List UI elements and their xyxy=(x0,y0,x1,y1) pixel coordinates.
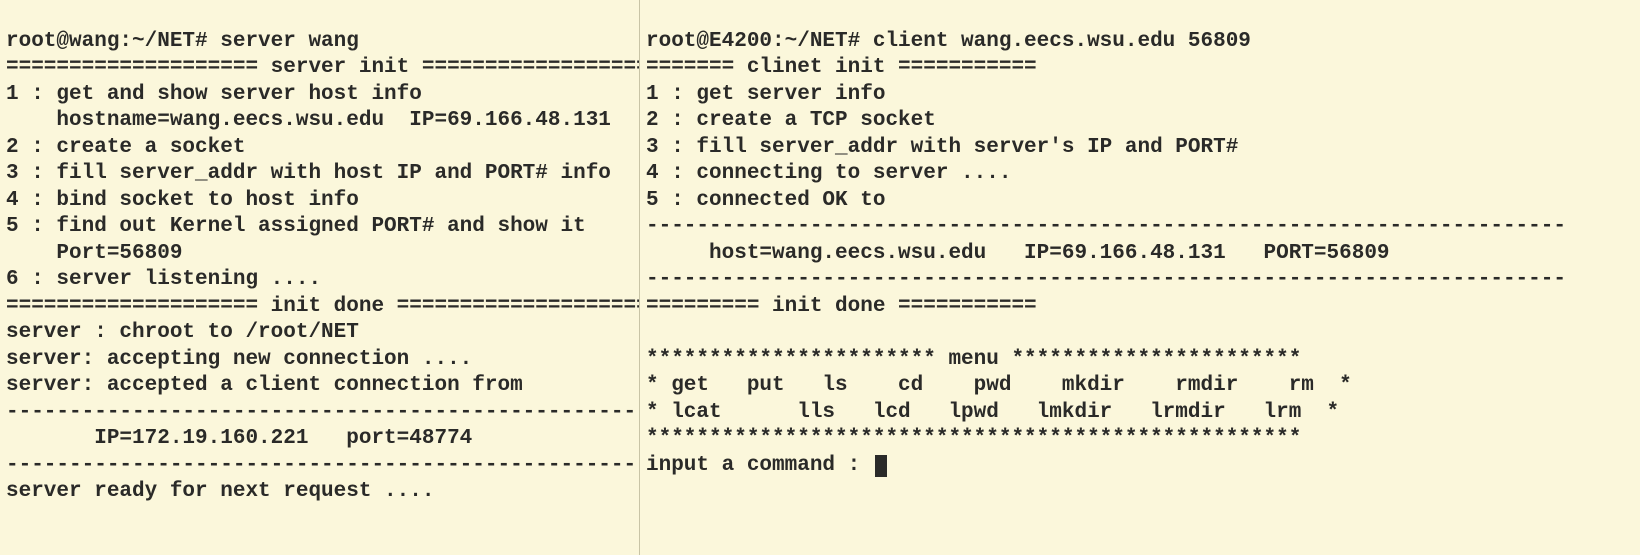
server-accepting: server: accepting new connection .... xyxy=(6,348,472,371)
client-step-1: 1 : get server info xyxy=(646,83,885,106)
cursor-icon xyxy=(875,455,887,477)
client-host-line: host=wang.eecs.wsu.edu IP=69.166.48.131 … xyxy=(646,242,1390,265)
client-step-3: 3 : fill server_addr with server's IP an… xyxy=(646,136,1238,159)
client-menu-footer: ****************************************… xyxy=(646,427,1301,450)
server-step-5b: Port=56809 xyxy=(6,242,182,265)
server-step-1b: hostname=wang.eecs.wsu.edu IP=69.166.48.… xyxy=(6,109,611,132)
server-step-4: 4 : bind socket to host info xyxy=(6,189,359,212)
client-input-prompt: input a command : xyxy=(646,454,873,477)
client-dashes-2: ----------------------------------------… xyxy=(646,268,1566,291)
server-step-2: 2 : create a socket xyxy=(6,136,245,159)
server-step-1a: 1 : get and show server host info xyxy=(6,83,422,106)
server-prompt: root@wang:~/NET# server wang xyxy=(6,30,359,53)
client-step-5: 5 : connected OK to xyxy=(646,189,885,212)
server-init-done: ==================== init done =========… xyxy=(6,295,640,318)
server-ready: server ready for next request .... xyxy=(6,480,434,503)
client-terminal[interactable]: root@E4200:~/NET# client wang.eecs.wsu.e… xyxy=(640,0,1640,555)
server-dashes-1: ----------------------------------------… xyxy=(6,401,640,424)
client-menu-row-1: * get put ls cd pwd mkdir rmdir rm * xyxy=(646,374,1352,397)
client-init-header: ======= clinet init =========== xyxy=(646,56,1037,79)
server-step-3: 3 : fill server_addr with host IP and PO… xyxy=(6,162,611,185)
server-step-6: 6 : server listening .... xyxy=(6,268,321,291)
client-menu-row-2: * lcat lls lcd lpwd lmkdir lrmdir lrm * xyxy=(646,401,1339,424)
client-prompt: root@E4200:~/NET# client wang.eecs.wsu.e… xyxy=(646,30,1251,53)
server-terminal[interactable]: root@wang:~/NET# server wang ===========… xyxy=(0,0,640,555)
server-chroot: server : chroot to /root/NET xyxy=(6,321,359,344)
client-dashes-1: ----------------------------------------… xyxy=(646,215,1566,238)
terminal-split: root@wang:~/NET# server wang ===========… xyxy=(0,0,1640,555)
client-step-4: 4 : connecting to server .... xyxy=(646,162,1011,185)
server-client-ip: IP=172.19.160.221 port=48774 xyxy=(6,427,472,450)
client-step-2: 2 : create a TCP socket xyxy=(646,109,936,132)
server-init-header: ==================== server init =======… xyxy=(6,56,640,79)
client-init-done: ========= init done =========== xyxy=(646,295,1037,318)
client-menu-header: *********************** menu ***********… xyxy=(646,348,1301,371)
server-accepted: server: accepted a client connection fro… xyxy=(6,374,523,397)
server-dashes-2: ----------------------------------------… xyxy=(6,454,640,477)
server-step-5a: 5 : find out Kernel assigned PORT# and s… xyxy=(6,215,586,238)
